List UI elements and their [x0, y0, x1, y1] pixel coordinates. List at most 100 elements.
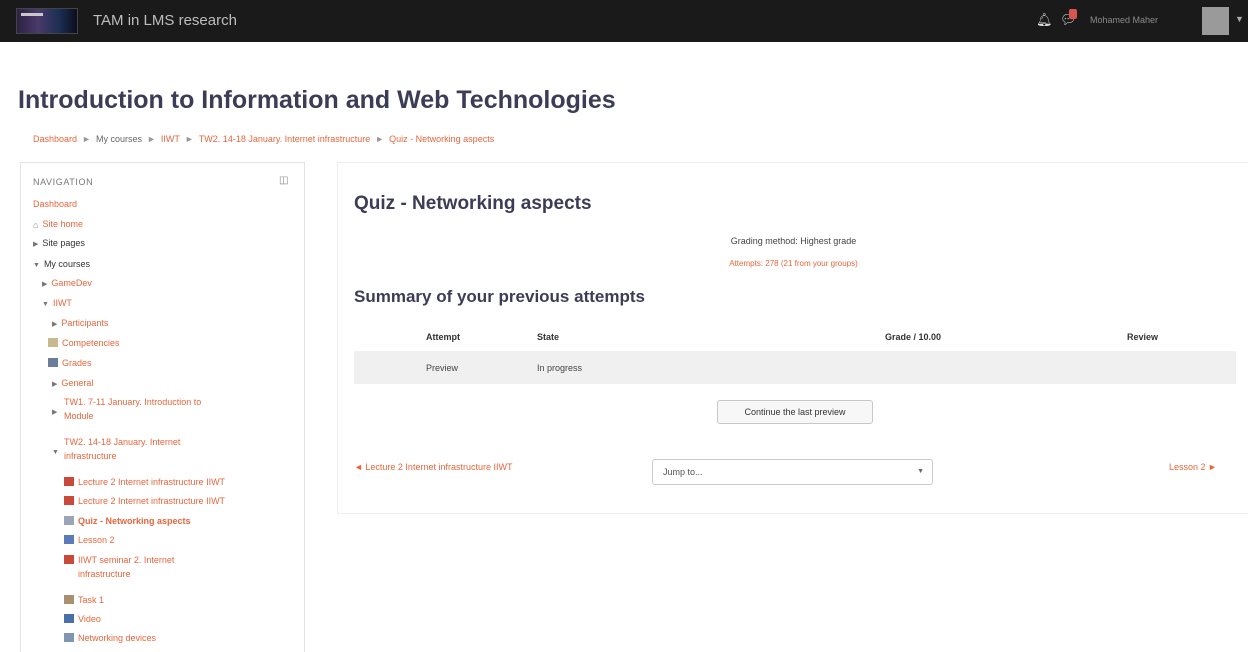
jump-to-select[interactable]: Jump to... ▼	[652, 459, 933, 485]
nav-item-label: General	[61, 378, 94, 388]
nav-item-quiz-active[interactable]: Quiz - Networking aspects	[64, 516, 191, 527]
next-activity-link[interactable]: Lesson 2 ►	[1169, 462, 1217, 472]
pdf-icon	[64, 477, 74, 486]
cell-state: In progress	[537, 363, 583, 373]
chevron-down-icon: ▼	[33, 262, 40, 269]
breadcrumb-section[interactable]: TW2. 14-18 January. Internet infrastruct…	[199, 134, 370, 144]
nav-item-label: Lecture 2 Internet infrastructure IIWT	[78, 496, 226, 506]
nav-item-video[interactable]: Video	[64, 614, 101, 625]
nav-item-lesson2[interactable]: Lesson 2	[64, 535, 115, 546]
top-navbar: TAM in LMS research 🔔︎ 💬︎ Mohamed Maher …	[0, 0, 1248, 42]
nav-item-label: Site pages	[42, 238, 85, 248]
chevron-right-icon: ▶	[42, 281, 48, 288]
continue-preview-button[interactable]: Continue the last preview	[717, 400, 873, 424]
competencies-icon	[48, 338, 58, 347]
site-name-link[interactable]: TAM in LMS research	[93, 12, 237, 29]
chevron-right-icon: ▶	[52, 381, 58, 388]
notification-badge	[1069, 9, 1077, 19]
nav-item-label: TW2. 14-18 January. Internet	[64, 437, 181, 447]
grading-method: Grading method: Highest grade	[730, 236, 857, 246]
home-icon: ⌂	[33, 220, 39, 230]
attempts-label: Attempts: 278 (21 from your groups)	[729, 259, 858, 268]
breadcrumb-quiz[interactable]: Quiz - Networking aspects	[389, 134, 494, 144]
nav-item-tw1[interactable]: ▶ TW1. 7-11 January. Introduction to Mod…	[52, 397, 201, 422]
nav-item-label: IIWT	[52, 298, 72, 308]
page-title: Introduction to Information and Web Tech…	[18, 86, 616, 114]
column-header-attempt: Attempt	[426, 332, 460, 342]
chevron-right-icon: ▶	[52, 321, 58, 328]
nav-item-site-pages[interactable]: ▶ Site pages	[33, 238, 85, 250]
previous-activity-link[interactable]: ◄ Lecture 2 Internet infrastructure IIWT	[354, 462, 512, 472]
nav-item-label: Networking devices	[78, 633, 157, 643]
lesson-icon	[64, 535, 74, 544]
nav-item-lecture2-b[interactable]: Lecture 2 Internet infrastructure IIWT	[64, 496, 225, 507]
pdf-icon	[64, 496, 74, 505]
user-name[interactable]: Mohamed Maher	[1090, 15, 1158, 25]
task-icon	[64, 595, 74, 604]
nav-item-label: GameDev	[51, 278, 92, 288]
nav-item-label: Site home	[42, 219, 83, 229]
nav-item-tw2[interactable]: ▼ TW2. 14-18 January. Internet infrastru…	[52, 437, 180, 462]
chevron-down-icon[interactable]: ▼	[1235, 14, 1244, 24]
column-header-review: Review	[1127, 332, 1159, 342]
nav-item-label: Competencies	[62, 338, 120, 348]
chevron-down-icon: ▼	[917, 468, 924, 475]
nav-item-competencies[interactable]: Competencies	[48, 338, 120, 349]
attempts-link[interactable]: Attempts: 278 (21 from your groups)	[338, 259, 1248, 268]
nav-item-seminar2[interactable]: IIWT seminar 2. Internet infrastructure	[64, 555, 174, 580]
avatar[interactable]	[1202, 7, 1229, 35]
nav-item-grades[interactable]: Grades	[48, 358, 92, 369]
chevron-right-icon: ▶	[33, 241, 39, 248]
nav-item-label: Participants	[61, 318, 109, 328]
nav-item-label-line2: Module	[64, 411, 94, 421]
nav-item-label: My courses	[43, 259, 90, 269]
nav-item-label: Video	[78, 614, 101, 624]
chevron-right-icon: ▶	[52, 409, 58, 416]
table-row: Preview In progress	[354, 351, 1236, 384]
chevron-down-icon: ▼	[52, 449, 59, 456]
nav-item-label: Lesson 2	[78, 535, 115, 545]
summary-title: Summary of your previous attempts	[354, 287, 645, 306]
nav-item-my-courses[interactable]: ▼ My courses	[33, 259, 90, 271]
nav-item-lecture2-a[interactable]: Lecture 2 Internet infrastructure IIWT	[64, 477, 225, 488]
nav-item-gamedev[interactable]: ▶ GameDev	[42, 278, 92, 290]
nav-item-site-home[interactable]: ⌂ Site home	[33, 219, 83, 230]
bell-icon[interactable]: 🔔︎	[1036, 12, 1053, 28]
jump-to-label: Jump to...	[663, 467, 703, 477]
pdf-icon	[64, 555, 74, 564]
breadcrumb-separator: ►	[184, 134, 194, 144]
navigation-block: NAVIGATION ◫ Dashboard ⌂ Site home ▶ Site …	[20, 162, 305, 652]
nav-item-iiwt[interactable]: ▼ IIWT	[42, 298, 72, 310]
nav-item-label: IIWT seminar 2. Internet	[78, 555, 175, 565]
nav-item-label-line2: infrastructure	[78, 569, 131, 579]
nav-item-label: Quiz - Networking aspects	[78, 516, 191, 526]
nav-item-label: Task 1	[78, 595, 105, 605]
nav-item-dashboard[interactable]: Dashboard	[33, 199, 77, 210]
breadcrumb-dashboard[interactable]: Dashboard	[33, 134, 77, 144]
nav-item-networking-devices[interactable]: Networking devices	[64, 633, 156, 644]
breadcrumb-my-courses: My courses	[95, 134, 142, 144]
column-header-state: State	[537, 332, 560, 342]
nav-item-general[interactable]: ▶ General	[52, 378, 93, 390]
nav-item-participants[interactable]: ▶ Participants	[52, 318, 108, 330]
site-logo[interactable]	[16, 8, 78, 34]
breadcrumb-separator: ►	[146, 134, 156, 144]
dock-icon[interactable]: ◫	[279, 175, 288, 186]
quiz-icon	[64, 516, 74, 525]
cell-attempt: Preview	[426, 363, 459, 373]
nav-item-label: Grades	[62, 358, 92, 368]
navigation-heading: NAVIGATION	[33, 177, 94, 187]
nav-item-label: TW1. 7-11 January. Introduction to	[64, 397, 202, 407]
breadcrumb-course[interactable]: IIWT	[161, 134, 180, 144]
page-icon	[64, 633, 74, 642]
column-header-grade: Grade / 10.00	[885, 332, 942, 342]
breadcrumb: Dashboard ► My courses ► IIWT ► TW2. 14-18 Jan…	[33, 134, 494, 144]
video-icon	[64, 614, 74, 623]
grades-icon	[48, 358, 58, 367]
breadcrumb-separator: ►	[82, 134, 91, 144]
nav-item-task1[interactable]: Task 1	[64, 595, 104, 606]
nav-item-label-line2: infrastructure	[64, 451, 117, 461]
breadcrumb-separator: ►	[375, 134, 385, 144]
chevron-down-icon: ▼	[42, 301, 49, 308]
nav-item-label: Lecture 2 Internet infrastructure IIWT	[78, 477, 226, 487]
